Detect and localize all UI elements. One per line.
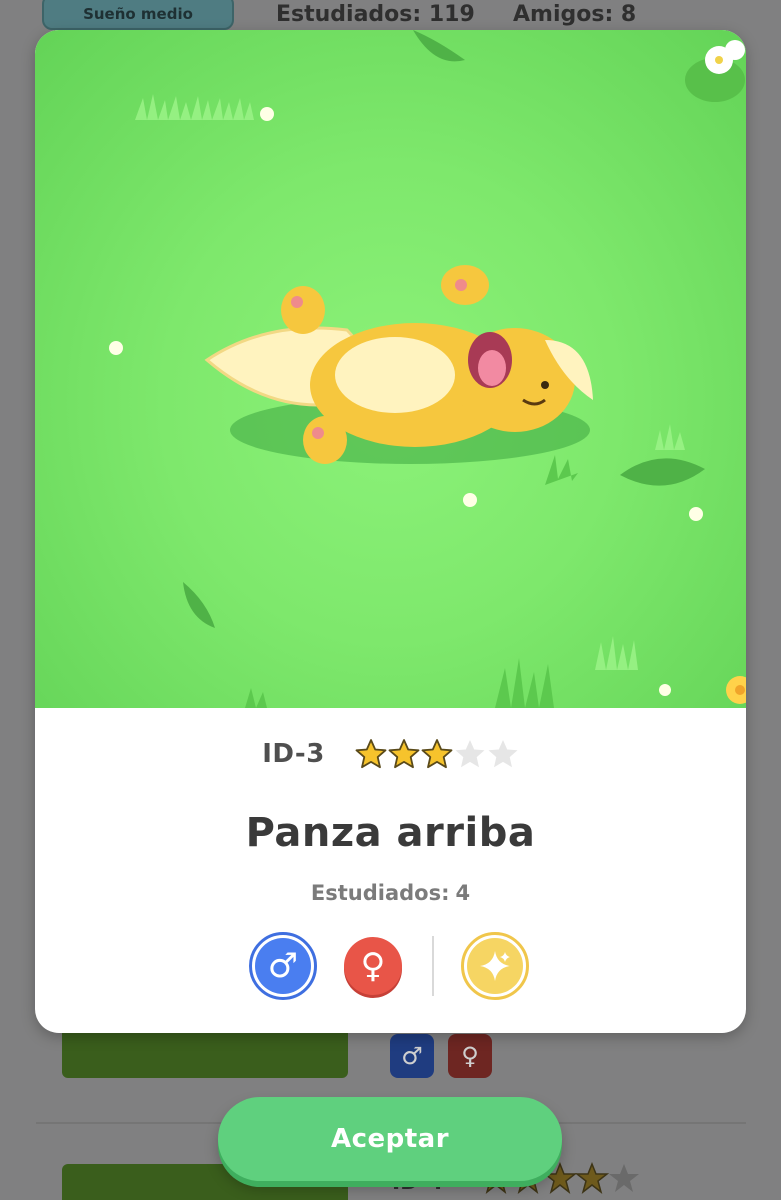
rating-stars <box>355 738 519 770</box>
sleep-style-illustration <box>35 30 746 708</box>
star-filled-icon <box>388 739 420 769</box>
shiny-filter-button[interactable] <box>461 932 529 1000</box>
variant-filters: ♂ ♀ <box>35 932 746 1002</box>
sparkle-icon <box>467 938 523 994</box>
background-female-filter[interactable]: ♀ <box>448 1034 492 1078</box>
studied-count: Estudiados: 4 <box>35 881 746 905</box>
male-icon: ♂ <box>255 938 311 994</box>
male-filter-button[interactable]: ♂ <box>249 932 317 1000</box>
style-name: Panza arriba <box>245 810 536 856</box>
sleeping-pokemon-illustration <box>109 30 746 708</box>
leaf-icon <box>620 458 705 486</box>
filter-divider <box>432 936 434 996</box>
star-empty-icon <box>488 740 518 768</box>
friends-summary: Amigos: 8 <box>513 2 637 27</box>
female-icon: ♀ <box>344 937 402 995</box>
star-filled-icon <box>355 739 387 769</box>
star-empty-icon <box>455 740 485 768</box>
flower-icon <box>685 40 746 704</box>
studied-summary: Estudiados: 119 <box>276 2 475 27</box>
studied-label: Estudiados: <box>310 881 450 905</box>
background-male-filter[interactable]: ♂ <box>390 1034 434 1078</box>
accept-button[interactable]: Aceptar <box>218 1097 562 1181</box>
star-filled-icon <box>421 739 453 769</box>
sleep-style-modal: ID-3 Panza arriba Estudiados: 4 ♂ ♀ <box>35 30 746 1033</box>
sleep-style-info: ID-3 Panza arriba Estudiados: 4 ♂ ♀ <box>35 708 746 1033</box>
style-id: ID-3 <box>262 739 325 769</box>
studied-number: 4 <box>455 881 471 905</box>
female-filter-button[interactable]: ♀ <box>339 932 407 1000</box>
sleep-type-badge: Sueño medio <box>42 0 234 30</box>
